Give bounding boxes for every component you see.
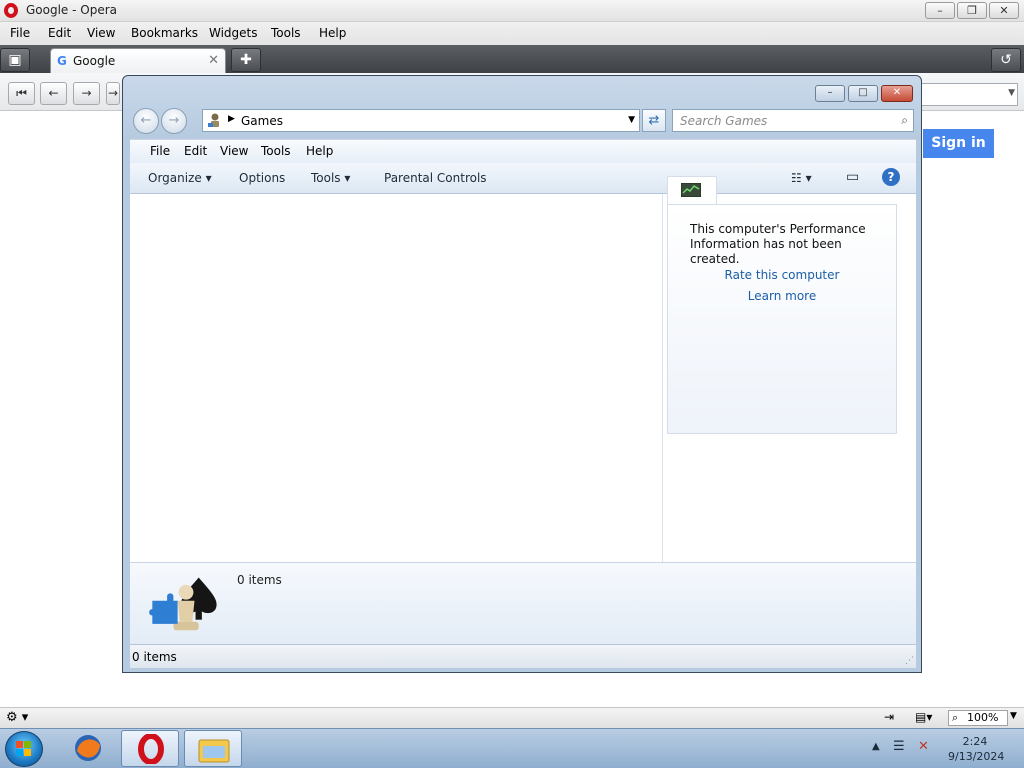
details-pane: 0 items	[130, 562, 916, 644]
menu-file[interactable]: File	[10, 26, 30, 40]
refresh-button[interactable]: ⇄	[642, 109, 666, 132]
help-icon[interactable]: ?	[882, 168, 900, 186]
opera-status-bar: ⚙ ▾ ⇥ ▤▾ ⌕ 100% ▼	[0, 707, 1024, 728]
rewind-icon[interactable]: ⏮	[8, 82, 35, 105]
zoom-magnifier-icon: ⌕	[952, 711, 959, 724]
menu-tools[interactable]: Tools	[261, 144, 291, 158]
windows-flag-icon	[16, 741, 31, 756]
tab-close-icon[interactable]: ✕	[208, 53, 219, 68]
games-command-bar: Organize ▾ Options Tools ▾ Parental Cont…	[130, 163, 916, 194]
menu-edit[interactable]: Edit	[48, 26, 71, 40]
minimize-button[interactable]: –	[925, 2, 955, 19]
fast-forward-icon[interactable]: →	[106, 82, 120, 105]
opera-icon	[138, 734, 164, 764]
games-folder-icon	[208, 113, 219, 127]
learn-more-link[interactable]: Learn more	[668, 289, 896, 303]
forward-icon[interactable]: →	[73, 82, 100, 105]
clock-time: 2:24	[962, 735, 988, 748]
clock[interactable]: 2:24 9/13/2024	[948, 734, 1005, 764]
games-explorer-window: – □ ✕ ← → ▶ Games ▼ ⇄ Search Games ⌕ Fil…	[122, 75, 922, 673]
clock-date: 9/13/2024	[948, 750, 1005, 763]
search-icon[interactable]: ⌕	[901, 113, 908, 128]
games-status-bar: 0 items ⋰	[130, 644, 916, 668]
menu-file[interactable]: File	[150, 144, 170, 158]
tray-show-hidden-icon[interactable]: ▲	[872, 741, 880, 752]
resize-grip-icon[interactable]: ⋰	[905, 656, 914, 666]
restore-button[interactable]: ❐	[957, 2, 987, 19]
options-button[interactable]: Options	[239, 171, 285, 185]
tab-google[interactable]: G Google ✕	[50, 48, 226, 74]
back-icon[interactable]: ←	[40, 82, 67, 105]
back-icon[interactable]: ←	[133, 108, 159, 134]
performance-info-panel: This computer's Performance Information …	[667, 204, 897, 434]
network-icon[interactable]: ☰	[893, 739, 905, 754]
window-title: Google - Opera	[26, 3, 118, 17]
speed-dial-icon[interactable]: ⚙ ▾	[6, 710, 28, 725]
games-minimize-button[interactable]: –	[815, 85, 845, 102]
menu-bookmarks[interactable]: Bookmarks	[131, 26, 198, 40]
menu-view[interactable]: View	[87, 26, 115, 40]
explorer-taskbar-button[interactable]	[184, 730, 242, 767]
chevron-down-icon[interactable]: ▼	[1008, 88, 1015, 98]
opera-menu-bar: File Edit View Bookmarks Widgets Tools H…	[0, 22, 1024, 45]
menu-edit[interactable]: Edit	[184, 144, 207, 158]
performance-monitor-icon	[681, 183, 701, 197]
close-button[interactable]: ✕	[989, 2, 1019, 19]
google-g-icon: G	[57, 54, 67, 68]
panel-toggle-icon[interactable]: ▣	[0, 48, 30, 72]
organize-label: Organize	[148, 171, 202, 185]
organize-button[interactable]: Organize ▾	[148, 171, 212, 185]
firefox-taskbar-button[interactable]	[60, 730, 118, 767]
opera-search-field[interactable]: ▼	[920, 83, 1018, 106]
performance-message: This computer's Performance Information …	[690, 222, 866, 266]
chevron-down-icon[interactable]: ▼	[1010, 711, 1017, 721]
new-tab-button[interactable]: ✚	[231, 48, 261, 72]
games-maximize-button[interactable]: □	[848, 85, 878, 102]
rate-this-computer-link[interactable]: Rate this computer	[668, 268, 896, 282]
details-item-count: 0 items	[237, 573, 282, 587]
puzzle-chess-spade-icon	[149, 577, 217, 631]
pane-divider[interactable]	[662, 194, 663, 562]
menu-help[interactable]: Help	[319, 26, 346, 40]
volume-muted-icon[interactable]: ✕	[918, 739, 929, 754]
chevron-down-icon[interactable]: ▼	[628, 115, 635, 125]
zoom-value: 100%	[967, 711, 999, 724]
games-close-button[interactable]: ✕	[881, 85, 913, 102]
status-item-count: 0 items	[132, 650, 177, 664]
firefox-icon	[75, 735, 101, 761]
opera-title-bar: Google - Opera – ❐ ✕	[0, 0, 1024, 22]
parental-controls-button[interactable]: Parental Controls	[384, 171, 487, 185]
preview-pane-icon[interactable]: ▭	[846, 169, 859, 185]
opera-tab-bar: ▣ G Google ✕ ✚ ↺	[0, 45, 1024, 74]
taskbar: ▲ ☰ ✕ 2:24 9/13/2024	[0, 728, 1024, 768]
views-icon[interactable]: ☷ ▾	[791, 171, 812, 185]
windows-orb-icon[interactable]	[5, 731, 43, 767]
menu-help[interactable]: Help	[306, 144, 333, 158]
fit-to-width-icon[interactable]: ⇥	[884, 710, 894, 724]
address-bar[interactable]: ▶ Games ▼	[202, 109, 640, 132]
menu-widgets[interactable]: Widgets	[209, 26, 258, 40]
games-menu-bar: File Edit View Tools Help	[130, 139, 916, 163]
search-placeholder: Search Games	[680, 114, 768, 128]
performance-tab[interactable]	[667, 176, 717, 206]
forward-icon[interactable]: →	[161, 108, 187, 134]
menu-tools[interactable]: Tools	[271, 26, 301, 40]
tools-button[interactable]: Tools ▾	[311, 171, 350, 185]
breadcrumb-games[interactable]: Games	[241, 114, 283, 128]
search-input[interactable]: Search Games ⌕	[672, 109, 914, 132]
tab-label: Google	[73, 54, 116, 68]
explorer-icon	[198, 739, 230, 763]
google-sign-in-button[interactable]: Sign in	[923, 129, 994, 158]
closed-tabs-icon[interactable]: ↺	[991, 48, 1021, 72]
breadcrumb-separator-icon[interactable]: ▶	[228, 114, 235, 124]
opera-taskbar-button[interactable]	[121, 730, 179, 767]
menu-view[interactable]: View	[220, 144, 248, 158]
view-mode-icon[interactable]: ▤▾	[915, 710, 932, 724]
opera-logo-icon	[4, 3, 18, 18]
zoom-selector[interactable]: ⌕ 100%	[948, 710, 1008, 726]
tools-label: Tools	[311, 171, 341, 185]
